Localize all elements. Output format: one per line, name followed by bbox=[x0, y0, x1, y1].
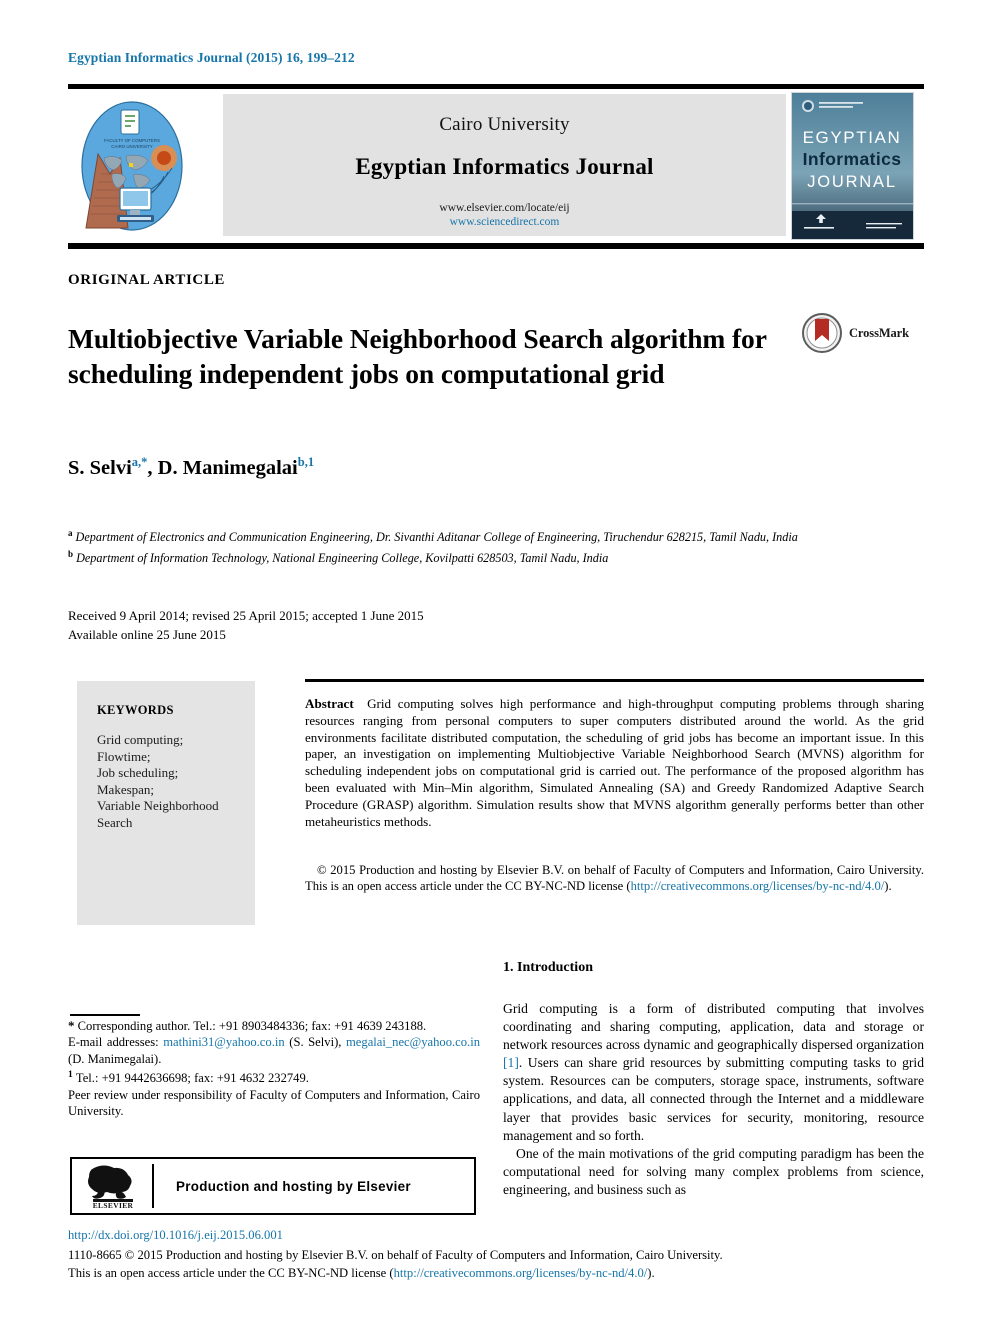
footer-copyright-line-1: 1110-8665 © 2015 Production and hosting … bbox=[68, 1248, 723, 1262]
author-marks-2: b,1 bbox=[297, 455, 315, 469]
cc-license-link[interactable]: http://creativecommons.org/licenses/by-n… bbox=[631, 879, 885, 893]
footnote-tel-2: 1 Tel.: +91 9442636698; fax: +91 4632 23… bbox=[68, 1067, 480, 1087]
introduction-body: Grid computing is a form of distributed … bbox=[503, 1000, 924, 1199]
email-owner-2: (D. Manimegalai). bbox=[68, 1051, 162, 1066]
elsevier-hosting-box: ELSEVIER Production and hosting by Elsev… bbox=[70, 1157, 476, 1215]
author-name-1: S. Selvi bbox=[68, 456, 132, 479]
email-owner-1: (S. Selvi), bbox=[289, 1035, 342, 1050]
author-name-2: D. Manimegalai bbox=[157, 456, 298, 479]
affiliation-mark: a bbox=[68, 528, 73, 538]
footnote-emails: E-mail addresses: mathini31@yahoo.co.in … bbox=[68, 1034, 480, 1067]
article-type-label: ORIGINAL ARTICLE bbox=[68, 272, 226, 288]
masthead-sciencedirect-url[interactable]: www.sciencedirect.com bbox=[223, 216, 786, 228]
intro-p1-part-a: Grid computing is a form of distributed … bbox=[503, 1001, 924, 1053]
elsevier-hosting-label: Production and hosting by Elsevier bbox=[176, 1178, 411, 1194]
svg-text:CAIRO UNIVERSITY: CAIRO UNIVERSITY bbox=[111, 144, 153, 149]
abstract-top-rule bbox=[305, 679, 924, 682]
keywords-list: Grid computing; Flowtime; Job scheduling… bbox=[97, 732, 255, 831]
running-head: Egyptian Informatics Journal (2015) 16, … bbox=[68, 50, 355, 65]
keyword-item: Makespan; bbox=[97, 781, 155, 797]
footer-license-post: ). bbox=[647, 1265, 655, 1280]
elsevier-box-divider bbox=[152, 1164, 154, 1208]
page-title: Multiobjective Variable Neighborhood Sea… bbox=[68, 323, 767, 390]
svg-text:JOURNAL: JOURNAL bbox=[807, 173, 897, 191]
footnote-corresponding-text: Corresponding author. Tel.: +91 89034843… bbox=[77, 1019, 427, 1033]
affiliation-item: a Department of Electronics and Communic… bbox=[68, 525, 868, 546]
keyword-item: Grid computing; bbox=[97, 732, 184, 747]
intro-p1-part-b: . Users can share grid resources by subm… bbox=[503, 1055, 924, 1143]
affiliation-list: a Department of Electronics and Communic… bbox=[68, 525, 868, 566]
footnotes-block: * Corresponding author. Tel.: +91 890348… bbox=[68, 1018, 480, 1120]
abstract-block: Abstract Grid computing solves high perf… bbox=[305, 696, 924, 830]
article-history: Received 9 April 2014; revised 25 April … bbox=[68, 607, 424, 644]
masthead-top-rule bbox=[68, 84, 924, 89]
svg-text:ELSEVIER: ELSEVIER bbox=[93, 1201, 134, 1210]
received-revised-accepted: Received 9 April 2014; revised 25 April … bbox=[68, 608, 424, 623]
footer-license-pre: This is an open access article under the… bbox=[68, 1265, 394, 1280]
masthead-bottom-rule bbox=[68, 243, 924, 249]
abstract-text: Grid computing solves high performance a… bbox=[305, 696, 924, 829]
crossmark-label: CrossMark bbox=[849, 325, 909, 340]
asterisk-icon: * bbox=[68, 1018, 75, 1033]
available-online: Available online 25 June 2015 bbox=[68, 626, 226, 642]
journal-masthead: FACULTY OF COMPUTERS CAIRO UNIVERSITY Ca… bbox=[68, 92, 924, 240]
author-marks-1: a,* bbox=[131, 455, 148, 469]
footnote-tel-2-text: Tel.: +91 9442636698; fax: +91 4632 2327… bbox=[75, 1071, 309, 1086]
elsevier-tree-icon: ELSEVIER bbox=[88, 1165, 134, 1210]
email-label: E-mail addresses: bbox=[68, 1035, 159, 1050]
footer-copyright-line-2: This is an open access article under the… bbox=[68, 1265, 924, 1283]
journal-cover-thumbnail: EGYPTIAN Informatics JOURNAL bbox=[791, 92, 914, 240]
cairo-university-emblem-icon: FACULTY OF COMPUTERS CAIRO UNIVERSITY bbox=[76, 96, 188, 234]
email-link-2[interactable]: megalai_nec@yahoo.co.in bbox=[346, 1035, 480, 1049]
masthead-elsevier-url[interactable]: www.elsevier.com/locate/eij bbox=[223, 202, 786, 214]
abstract-copyright-tail: ). bbox=[884, 879, 892, 894]
abstract-label: Abstract bbox=[305, 696, 354, 711]
keyword-item: Search bbox=[97, 814, 133, 830]
keyword-item: Variable Neighborhood bbox=[97, 798, 219, 813]
crossmark-badge[interactable]: CrossMark bbox=[802, 312, 922, 354]
affiliation-text: Department of Electronics and Communicat… bbox=[75, 530, 798, 545]
affiliation-item: b Department of Information Technology, … bbox=[68, 546, 868, 567]
svg-text:FACULTY OF COMPUTERS: FACULTY OF COMPUTERS bbox=[104, 138, 160, 143]
svg-text:EGYPTIAN: EGYPTIAN bbox=[803, 128, 902, 147]
affiliation-mark: b bbox=[68, 548, 74, 559]
masthead-center-panel: Cairo University Egyptian Informatics Jo… bbox=[223, 94, 786, 236]
footnote-separator-rule bbox=[70, 1014, 140, 1016]
doi-link[interactable]: http://dx.doi.org/10.1016/j.eij.2015.06.… bbox=[68, 1228, 283, 1243]
crossmark-icon bbox=[802, 313, 842, 353]
footnote-peer-review: Peer review under responsibility of Facu… bbox=[68, 1087, 480, 1119]
footnote-marker-1: 1 bbox=[68, 1070, 73, 1081]
footer-license-link[interactable]: http://creativecommons.org/licenses/by-n… bbox=[394, 1266, 648, 1280]
affiliation-text: Department of Information Technology, Na… bbox=[76, 550, 609, 565]
keywords-heading: KEYWORDS bbox=[97, 703, 174, 717]
svg-text:Informatics: Informatics bbox=[803, 149, 902, 169]
reference-link-1[interactable]: [1] bbox=[503, 1055, 519, 1070]
footnote-corresponding: * Corresponding author. Tel.: +91 890348… bbox=[68, 1018, 480, 1034]
keywords-panel: KEYWORDS Grid computing; Flowtime; Job s… bbox=[77, 681, 255, 925]
intro-paragraph-1: Grid computing is a form of distributed … bbox=[503, 1000, 924, 1145]
keyword-item: Flowtime; bbox=[97, 748, 151, 764]
keyword-item: Job scheduling; bbox=[97, 765, 179, 780]
author-list: S. Selvia,*, D. Manimegalaib,1 bbox=[68, 455, 315, 479]
footer-copyright: 1110-8665 © 2015 Production and hosting … bbox=[68, 1247, 924, 1282]
article-page: Egyptian Informatics Journal (2015) 16, … bbox=[0, 0, 992, 1323]
intro-paragraph-2: One of the main motivations of the grid … bbox=[503, 1145, 924, 1197]
abstract-copyright: © 2015 Production and hosting by Elsevie… bbox=[305, 862, 924, 894]
masthead-university: Cairo University bbox=[439, 114, 570, 135]
section-heading-introduction: 1. Introduction bbox=[503, 960, 593, 975]
masthead-journal-title: Egyptian Informatics Journal bbox=[355, 154, 654, 179]
email-link-1[interactable]: mathini31@yahoo.co.in bbox=[163, 1035, 284, 1049]
